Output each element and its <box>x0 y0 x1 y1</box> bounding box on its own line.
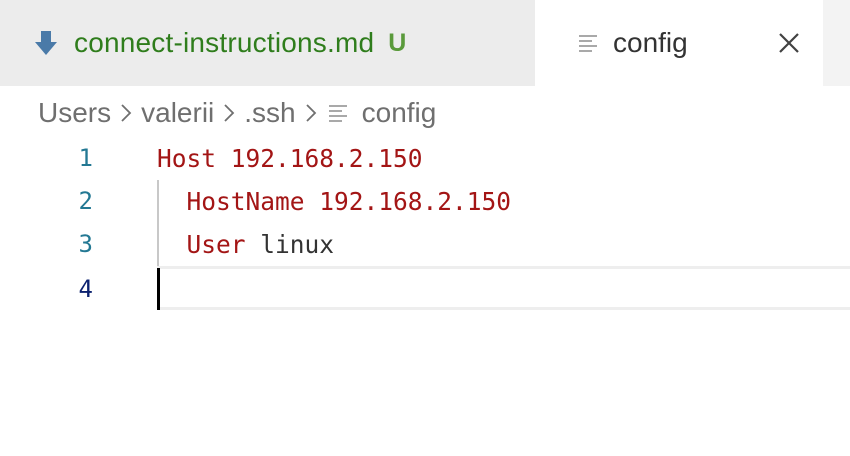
code-token: 192.168.2.150 <box>216 144 423 173</box>
line-content[interactable]: User linux <box>157 223 335 266</box>
text-cursor <box>157 268 160 310</box>
line-number: 1 <box>78 144 93 172</box>
code-token: 192.168.2.150 <box>304 187 512 216</box>
code-token: User <box>157 230 246 259</box>
tab-label: config <box>613 27 688 58</box>
code-editor[interactable]: 1 Host 192.168.2.150 2 HostName 192.168.… <box>0 137 850 456</box>
text-lines-icon <box>326 103 348 123</box>
chevron-right-icon <box>222 102 236 124</box>
breadcrumb-item-valerii[interactable]: valerii <box>141 97 214 129</box>
code-token: linux <box>245 230 335 259</box>
code-line: 2 HostName 192.168.2.150 <box>0 180 850 223</box>
code-token: Host <box>157 144 217 173</box>
line-number: 2 <box>78 187 93 215</box>
line-number: 4 <box>78 275 93 303</box>
line-content[interactable]: HostName 192.168.2.150 <box>157 180 512 223</box>
code-token: HostName <box>157 187 305 216</box>
code-line: 1 Host 192.168.2.150 <box>0 137 850 180</box>
close-icon[interactable] <box>777 31 801 55</box>
code-line: 3 User linux <box>0 223 850 266</box>
breadcrumb: Users valerii .ssh config <box>38 92 436 134</box>
breadcrumb-item-users[interactable]: Users <box>38 97 111 129</box>
line-content[interactable]: Host 192.168.2.150 <box>157 137 423 180</box>
line-number: 3 <box>78 230 93 258</box>
breadcrumb-item-ssh[interactable]: .ssh <box>244 97 295 129</box>
untracked-badge: U <box>388 28 407 57</box>
tab-config[interactable]: config <box>535 0 823 86</box>
tab-bar: connect-instructions.md U config <box>0 0 850 86</box>
markdown-download-icon <box>32 28 60 58</box>
breadcrumb-item-config[interactable]: config <box>362 97 437 129</box>
chevron-right-icon <box>304 102 318 124</box>
text-lines-icon <box>577 31 599 55</box>
tab-connect-instructions[interactable]: connect-instructions.md U <box>0 0 535 86</box>
tab-label: connect-instructions.md <box>74 27 375 58</box>
chevron-right-icon <box>119 102 133 124</box>
code-line: 4 <box>0 268 850 311</box>
